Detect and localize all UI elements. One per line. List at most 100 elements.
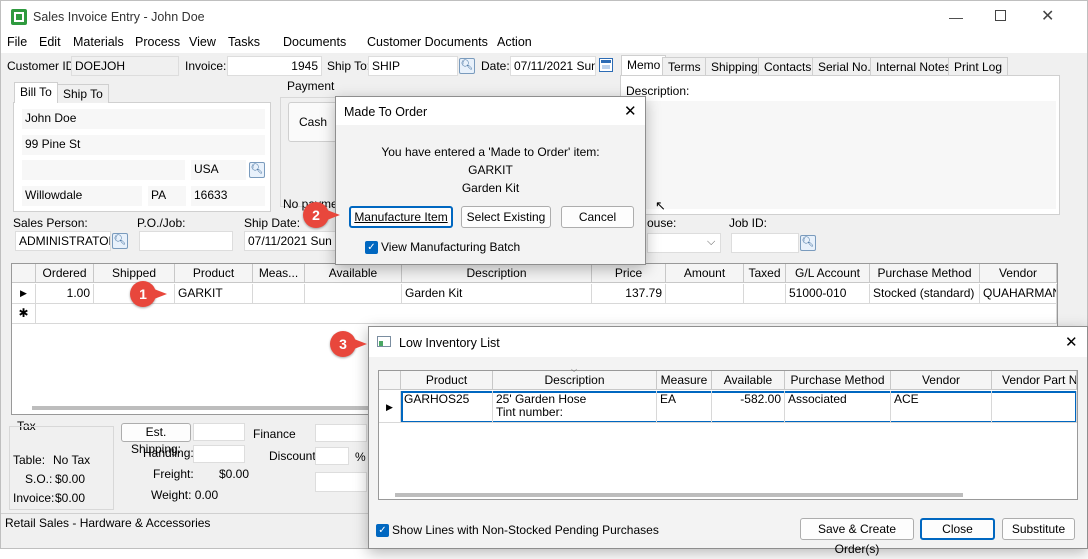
tab-print-log[interactable]: Print Log bbox=[948, 57, 1009, 76]
select-existing-button[interactable]: Select Existing bbox=[461, 206, 551, 228]
li-col-vendor[interactable]: Vendor bbox=[891, 371, 992, 390]
li-cell-vendor-part[interactable] bbox=[992, 391, 1077, 423]
menu-tasks[interactable]: Tasks bbox=[228, 35, 260, 49]
cash-button[interactable]: Cash bbox=[288, 102, 338, 142]
col-measure[interactable]: Meas... bbox=[253, 264, 305, 283]
col-amount[interactable]: Amount bbox=[666, 264, 744, 283]
tab-terms[interactable]: Terms bbox=[662, 57, 707, 76]
calendar-icon[interactable] bbox=[599, 58, 613, 72]
country-lookup-icon[interactable]: 🔍︎ bbox=[249, 162, 265, 178]
li-cell-description[interactable]: 25' Garden Hose Tint number: bbox=[493, 391, 657, 423]
li-cell-product[interactable]: GARHOS25 bbox=[401, 391, 493, 423]
col-gl-account[interactable]: G/L Account bbox=[786, 264, 870, 283]
view-batch-checkbox[interactable]: ✓ bbox=[365, 241, 378, 254]
cell-price[interactable]: 137.79 bbox=[592, 284, 666, 304]
tab-contacts[interactable]: Contacts bbox=[758, 57, 818, 76]
address-street[interactable]: 99 Pine St bbox=[22, 135, 265, 155]
menu-edit[interactable]: Edit bbox=[39, 35, 61, 49]
col-purchase-method[interactable]: Purchase Method bbox=[870, 264, 980, 283]
memo-description-area[interactable] bbox=[624, 101, 1056, 209]
save-create-orders-button[interactable]: Save & Create Order(s) bbox=[800, 518, 914, 556]
tab-memo[interactable]: Memo bbox=[621, 55, 667, 76]
col-available[interactable]: Available bbox=[305, 264, 402, 283]
li-cell-measure[interactable]: EA bbox=[657, 391, 712, 423]
invoice-field[interactable]: 1945 bbox=[227, 56, 322, 76]
cell-available[interactable] bbox=[305, 284, 402, 304]
li-col-available[interactable]: Available bbox=[712, 371, 785, 390]
li-col-measure[interactable]: Measure bbox=[657, 371, 712, 390]
menu-file[interactable]: File bbox=[7, 35, 27, 49]
address-state[interactable]: PA bbox=[148, 186, 186, 206]
cell-measure[interactable] bbox=[253, 284, 305, 304]
row-selector-icon[interactable]: ▶ bbox=[12, 284, 36, 304]
li-cell-vendor[interactable]: ACE bbox=[891, 391, 992, 423]
customer-id-field[interactable]: DOEJOH bbox=[71, 56, 179, 76]
po-job-field[interactable] bbox=[139, 231, 233, 251]
menu-documents[interactable]: Documents bbox=[283, 35, 346, 49]
li-col-purchase-method[interactable]: Purchase Method bbox=[785, 371, 891, 390]
menu-view[interactable]: View bbox=[189, 35, 216, 49]
menu-action[interactable]: Action bbox=[497, 35, 532, 49]
tab-bill-to[interactable]: Bill To bbox=[14, 82, 58, 103]
chevron-down-icon[interactable]: ⌵ bbox=[707, 236, 715, 249]
close-icon[interactable]: ✕ bbox=[1041, 6, 1054, 26]
substitute-button[interactable]: Substitute bbox=[1002, 518, 1075, 540]
job-id-field[interactable] bbox=[731, 233, 799, 253]
cell-product[interactable]: GARKIT bbox=[175, 284, 253, 304]
tab-internal-notes[interactable]: Internal Notes bbox=[870, 57, 957, 76]
finance-field[interactable] bbox=[315, 424, 367, 442]
cell-taxed[interactable] bbox=[744, 284, 786, 304]
li-cell-available[interactable]: -582.00 bbox=[712, 391, 785, 423]
col-taxed[interactable]: Taxed bbox=[744, 264, 786, 283]
address-line3[interactable] bbox=[22, 160, 185, 180]
cell-vendor[interactable]: QUAHARMAN bbox=[980, 284, 1057, 304]
total-field[interactable] bbox=[315, 472, 367, 492]
handling-field[interactable] bbox=[193, 445, 245, 463]
cell-description[interactable]: Garden Kit bbox=[402, 284, 592, 304]
show-lines-checkbox[interactable]: ✓ bbox=[376, 524, 389, 537]
li-col-vendor-part[interactable]: Vendor Part Nu bbox=[992, 371, 1077, 390]
address-name[interactable]: John Doe bbox=[22, 109, 265, 129]
tab-serial-no[interactable]: Serial No. bbox=[812, 57, 877, 76]
cell-amount[interactable] bbox=[666, 284, 744, 304]
col-ordered[interactable]: Ordered bbox=[36, 264, 94, 283]
li-cell-purchase-method[interactable]: Associated bbox=[785, 391, 891, 423]
cancel-button[interactable]: Cancel bbox=[561, 206, 634, 228]
menu-materials[interactable]: Materials bbox=[73, 35, 124, 49]
li-row-selector-icon[interactable]: ▶ bbox=[379, 391, 401, 423]
date-field[interactable]: 07/11/2021 Sun bbox=[510, 56, 596, 76]
cell-ordered[interactable]: 1.00 bbox=[36, 284, 94, 304]
maximize-icon[interactable] bbox=[995, 10, 1006, 21]
close-button[interactable]: Close bbox=[920, 518, 995, 540]
manufacture-item-button[interactable]: Manufacture Item bbox=[349, 206, 453, 228]
ship-to-field[interactable]: SHIP bbox=[368, 56, 458, 76]
li-grid-scrollbar[interactable] bbox=[395, 493, 963, 497]
ship-to-lookup-icon[interactable]: 🔍︎ bbox=[459, 58, 475, 74]
job-id-lookup-icon[interactable]: 🔍︎ bbox=[800, 235, 816, 251]
address-zip[interactable]: 16633 bbox=[191, 186, 265, 206]
col-price[interactable]: Price bbox=[592, 264, 666, 283]
new-row-marker[interactable]: ✱ bbox=[12, 304, 36, 324]
cell-gl-account[interactable]: 51000-010 bbox=[786, 284, 870, 304]
col-shipped[interactable]: Shipped bbox=[94, 264, 175, 283]
est-shipping-button[interactable]: Est. Shipping: bbox=[121, 423, 191, 456]
dialog-close-icon[interactable]: ✕ bbox=[624, 102, 637, 120]
minimize-icon[interactable]: — bbox=[949, 9, 963, 25]
est-shipping-field[interactable] bbox=[193, 423, 245, 441]
main-grid-scrollbar[interactable] bbox=[32, 406, 382, 410]
col-description[interactable]: Description bbox=[402, 264, 592, 283]
discount-field[interactable] bbox=[315, 447, 349, 465]
li-col-product[interactable]: Product bbox=[401, 371, 493, 390]
col-product[interactable]: Product bbox=[175, 264, 253, 283]
tab-ship-to[interactable]: Ship To bbox=[57, 84, 109, 103]
address-country[interactable]: USA bbox=[191, 160, 246, 180]
menu-process[interactable]: Process bbox=[135, 35, 180, 49]
tab-shipping[interactable]: Shipping bbox=[705, 57, 764, 76]
sales-person-field[interactable]: ADMINISTRATOR bbox=[15, 231, 111, 251]
ship-date-field[interactable]: 07/11/2021 Sun bbox=[244, 231, 336, 251]
sales-person-lookup-icon[interactable]: 🔍︎ bbox=[112, 233, 128, 249]
menu-customer-documents[interactable]: Customer Documents bbox=[367, 35, 488, 49]
cell-purchase-method[interactable]: Stocked (standard) bbox=[870, 284, 980, 304]
address-city[interactable]: Willowdale bbox=[22, 186, 142, 206]
low-inventory-close-icon[interactable]: ✕ bbox=[1065, 333, 1078, 351]
